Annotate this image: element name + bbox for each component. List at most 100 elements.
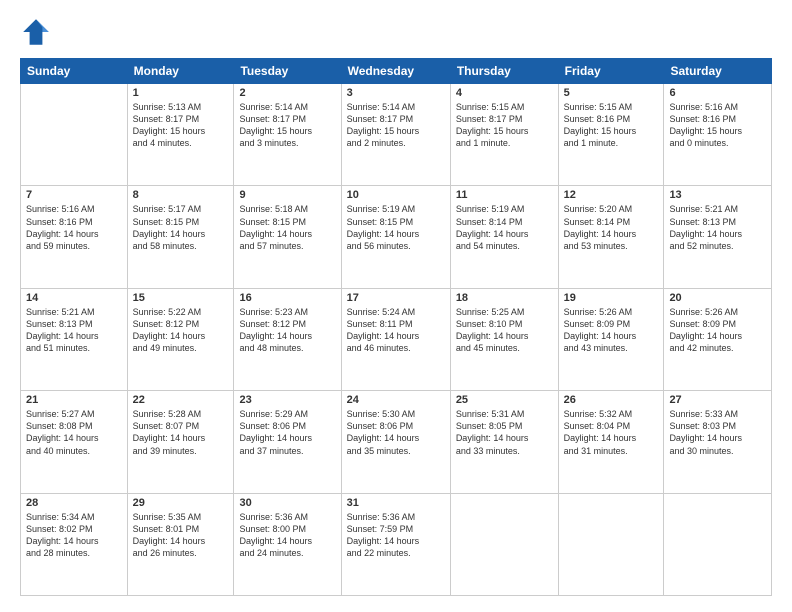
week-row-5: 28 Sunrise: 5:34 AM Sunset: 8:02 PM Dayli… <box>21 493 772 595</box>
day-number: 31 <box>347 497 445 509</box>
day-cell-6: 6 Sunrise: 5:16 AM Sunset: 8:16 PM Daylig… <box>664 84 772 186</box>
day-number: 9 <box>239 189 335 201</box>
day-cell-20: 20Sunrise: 5:26 AM Sunset: 8:09 PM Dayli… <box>664 288 772 390</box>
day-cell-25: 25 Sunrise: 5:31 AM Sunset: 8:05 PM Dayli… <box>450 391 558 493</box>
day-cell-31: 31 Sunrise: 5:36 AM Sunset: 7:59 PM Dayli… <box>341 493 450 595</box>
day-cell-18: 18Sunrise: 5:25 AM Sunset: 8:10 PM Dayli… <box>450 288 558 390</box>
day-cell-2: 2 Sunrise: 5:14 AM Sunset: 8:17 PM Daylig… <box>234 84 341 186</box>
day-cell-3: 3Sunrise: 5:14 AM Sunset: 8:17 PM Daylig… <box>341 84 450 186</box>
day-info: Sunrise: 5:27 AM Sunset: 8:08 PM Dayligh… <box>26 409 99 455</box>
day-cell-12: 12Sunrise: 5:20 AM Sunset: 8:14 PM Dayli… <box>558 186 664 288</box>
day-info: Sunrise: 5:16 AM Sunset: 8:16 PM Dayligh… <box>26 204 99 250</box>
col-header-wednesday: Wednesday <box>341 59 450 84</box>
day-info: Sunrise: 5:21 AM Sunset: 8:13 PM Dayligh… <box>26 307 99 353</box>
day-number: 10 <box>347 189 445 201</box>
col-header-tuesday: Tuesday <box>234 59 341 84</box>
day-cell-23: 23 Sunrise: 5:29 AM Sunset: 8:06 PM Dayli… <box>234 391 341 493</box>
empty-cell <box>450 493 558 595</box>
day-number: 4 <box>456 87 553 99</box>
day-cell-14: 14 Sunrise: 5:21 AM Sunset: 8:13 PM Dayli… <box>21 288 128 390</box>
day-info: Sunrise: 5:20 AM Sunset: 8:14 PM Dayligh… <box>564 204 637 250</box>
day-number: 8 <box>133 189 229 201</box>
day-cell-7: 7 Sunrise: 5:16 AM Sunset: 8:16 PM Daylig… <box>21 186 128 288</box>
day-number: 19 <box>564 292 659 304</box>
logo-icon <box>20 16 52 48</box>
day-info: Sunrise: 5:24 AM Sunset: 8:11 PM Dayligh… <box>347 307 420 353</box>
day-number: 14 <box>26 292 122 304</box>
day-info: Sunrise: 5:35 AM Sunset: 8:01 PM Dayligh… <box>133 512 206 558</box>
day-info: Sunrise: 5:30 AM Sunset: 8:06 PM Dayligh… <box>347 409 420 455</box>
day-cell-11: 11 Sunrise: 5:19 AM Sunset: 8:14 PM Dayli… <box>450 186 558 288</box>
week-row-4: 21 Sunrise: 5:27 AM Sunset: 8:08 PM Dayli… <box>21 391 772 493</box>
day-number: 24 <box>347 394 445 406</box>
page: SundayMondayTuesdayWednesdayThursdayFrid… <box>0 0 792 612</box>
day-number: 22 <box>133 394 229 406</box>
day-info: Sunrise: 5:17 AM Sunset: 8:15 PM Dayligh… <box>133 204 206 250</box>
day-cell-4: 4Sunrise: 5:15 AM Sunset: 8:17 PM Daylig… <box>450 84 558 186</box>
day-number: 28 <box>26 497 122 509</box>
day-info: Sunrise: 5:36 AM Sunset: 8:00 PM Dayligh… <box>239 512 312 558</box>
day-info: Sunrise: 5:19 AM Sunset: 8:14 PM Dayligh… <box>456 204 529 250</box>
week-row-1: 1 Sunrise: 5:13 AM Sunset: 8:17 PM Daylig… <box>21 84 772 186</box>
day-info: Sunrise: 5:16 AM Sunset: 8:16 PM Dayligh… <box>669 102 742 148</box>
day-cell-26: 26Sunrise: 5:32 AM Sunset: 8:04 PM Dayli… <box>558 391 664 493</box>
week-row-2: 7 Sunrise: 5:16 AM Sunset: 8:16 PM Daylig… <box>21 186 772 288</box>
day-info: Sunrise: 5:22 AM Sunset: 8:12 PM Dayligh… <box>133 307 206 353</box>
day-cell-21: 21 Sunrise: 5:27 AM Sunset: 8:08 PM Dayli… <box>21 391 128 493</box>
day-info: Sunrise: 5:26 AM Sunset: 8:09 PM Dayligh… <box>669 307 742 353</box>
day-cell-27: 27 Sunrise: 5:33 AM Sunset: 8:03 PM Dayli… <box>664 391 772 493</box>
day-cell-10: 10 Sunrise: 5:19 AM Sunset: 8:15 PM Dayli… <box>341 186 450 288</box>
day-cell-28: 28 Sunrise: 5:34 AM Sunset: 8:02 PM Dayli… <box>21 493 128 595</box>
day-number: 1 <box>133 87 229 99</box>
empty-cell <box>558 493 664 595</box>
day-info: Sunrise: 5:36 AM Sunset: 7:59 PM Dayligh… <box>347 512 420 558</box>
day-info: Sunrise: 5:14 AM Sunset: 8:17 PM Dayligh… <box>239 102 312 148</box>
day-info: Sunrise: 5:29 AM Sunset: 8:06 PM Dayligh… <box>239 409 312 455</box>
day-info: Sunrise: 5:26 AM Sunset: 8:09 PM Dayligh… <box>564 307 637 353</box>
day-info: Sunrise: 5:32 AM Sunset: 8:04 PM Dayligh… <box>564 409 637 455</box>
day-info: Sunrise: 5:13 AM Sunset: 8:17 PM Dayligh… <box>133 102 206 148</box>
day-number: 7 <box>26 189 122 201</box>
day-number: 6 <box>669 87 766 99</box>
day-cell-9: 9 Sunrise: 5:18 AM Sunset: 8:15 PM Daylig… <box>234 186 341 288</box>
day-number: 17 <box>347 292 445 304</box>
day-info: Sunrise: 5:21 AM Sunset: 8:13 PM Dayligh… <box>669 204 742 250</box>
day-number: 16 <box>239 292 335 304</box>
day-number: 2 <box>239 87 335 99</box>
day-number: 11 <box>456 189 553 201</box>
day-number: 27 <box>669 394 766 406</box>
day-cell-5: 5Sunrise: 5:15 AM Sunset: 8:16 PM Daylig… <box>558 84 664 186</box>
col-header-friday: Friday <box>558 59 664 84</box>
day-number: 21 <box>26 394 122 406</box>
day-info: Sunrise: 5:31 AM Sunset: 8:05 PM Dayligh… <box>456 409 529 455</box>
day-cell-30: 30 Sunrise: 5:36 AM Sunset: 8:00 PM Dayli… <box>234 493 341 595</box>
day-cell-17: 17 Sunrise: 5:24 AM Sunset: 8:11 PM Dayli… <box>341 288 450 390</box>
day-info: Sunrise: 5:19 AM Sunset: 8:15 PM Dayligh… <box>347 204 420 250</box>
day-info: Sunrise: 5:33 AM Sunset: 8:03 PM Dayligh… <box>669 409 742 455</box>
day-number: 30 <box>239 497 335 509</box>
day-number: 3 <box>347 87 445 99</box>
empty-cell <box>664 493 772 595</box>
day-number: 25 <box>456 394 553 406</box>
day-cell-29: 29 Sunrise: 5:35 AM Sunset: 8:01 PM Dayli… <box>127 493 234 595</box>
day-number: 13 <box>669 189 766 201</box>
day-cell-13: 13 Sunrise: 5:21 AM Sunset: 8:13 PM Dayli… <box>664 186 772 288</box>
day-cell-22: 22 Sunrise: 5:28 AM Sunset: 8:07 PM Dayli… <box>127 391 234 493</box>
day-number: 23 <box>239 394 335 406</box>
day-info: Sunrise: 5:25 AM Sunset: 8:10 PM Dayligh… <box>456 307 529 353</box>
header <box>20 16 772 48</box>
day-number: 29 <box>133 497 229 509</box>
day-info: Sunrise: 5:28 AM Sunset: 8:07 PM Dayligh… <box>133 409 206 455</box>
col-header-saturday: Saturday <box>664 59 772 84</box>
day-cell-16: 16 Sunrise: 5:23 AM Sunset: 8:12 PM Dayli… <box>234 288 341 390</box>
header-row: SundayMondayTuesdayWednesdayThursdayFrid… <box>21 59 772 84</box>
day-cell-19: 19 Sunrise: 5:26 AM Sunset: 8:09 PM Dayli… <box>558 288 664 390</box>
week-row-3: 14 Sunrise: 5:21 AM Sunset: 8:13 PM Dayli… <box>21 288 772 390</box>
day-cell-8: 8 Sunrise: 5:17 AM Sunset: 8:15 PM Daylig… <box>127 186 234 288</box>
day-info: Sunrise: 5:23 AM Sunset: 8:12 PM Dayligh… <box>239 307 312 353</box>
col-header-sunday: Sunday <box>21 59 128 84</box>
day-info: Sunrise: 5:18 AM Sunset: 8:15 PM Dayligh… <box>239 204 312 250</box>
day-info: Sunrise: 5:15 AM Sunset: 8:16 PM Dayligh… <box>564 102 637 148</box>
day-info: Sunrise: 5:34 AM Sunset: 8:02 PM Dayligh… <box>26 512 99 558</box>
day-number: 15 <box>133 292 229 304</box>
